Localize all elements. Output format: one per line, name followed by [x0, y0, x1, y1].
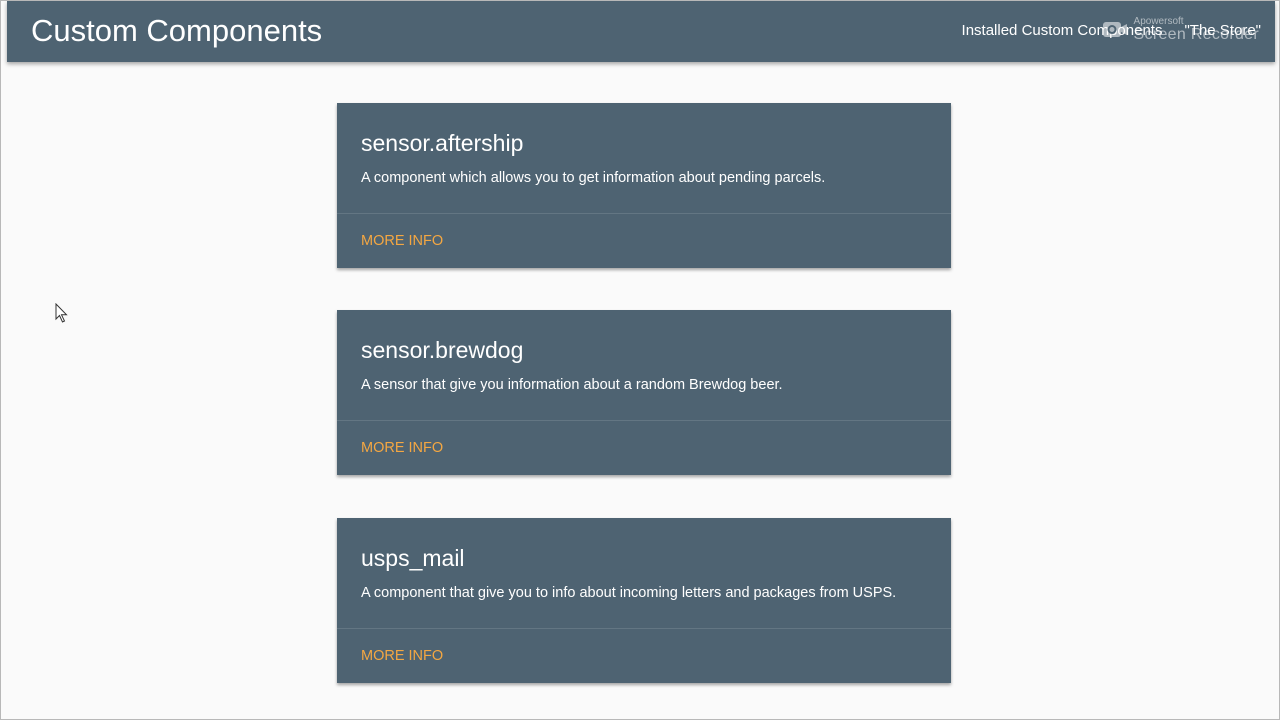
nav-the-store[interactable]: "The Store" — [1184, 21, 1261, 41]
card-title: sensor.aftership — [361, 130, 524, 156]
card-description: A sensor that give you information about… — [361, 377, 783, 393]
page-title: Custom Components — [31, 13, 323, 48]
mouse-pointer-icon — [55, 303, 68, 323]
card-description: A component which allows you to get info… — [361, 170, 826, 186]
more-info-button[interactable]: MORE INFO — [361, 232, 443, 250]
nav-installed-components[interactable]: Installed Custom Components — [962, 21, 1163, 41]
card-divider — [337, 420, 951, 421]
header-nav: Installed Custom Components "The Store" — [962, 21, 1261, 41]
component-card-usps-mail: usps_mail A component that give you to i… — [337, 518, 951, 683]
card-title: usps_mail — [361, 545, 465, 571]
card-description: A component that give you to info about … — [361, 585, 897, 601]
component-card-aftership: sensor.aftership A component which allow… — [337, 103, 951, 268]
more-info-button[interactable]: MORE INFO — [361, 439, 443, 457]
card-divider — [337, 213, 951, 214]
app-header: Custom Components Installed Custom Compo… — [7, 1, 1275, 62]
card-divider — [337, 628, 951, 629]
card-title: sensor.brewdog — [361, 337, 524, 363]
more-info-button[interactable]: MORE INFO — [361, 647, 443, 665]
component-card-brewdog: sensor.brewdog A sensor that give you in… — [337, 310, 951, 475]
page: Custom Components Installed Custom Compo… — [0, 0, 1280, 720]
